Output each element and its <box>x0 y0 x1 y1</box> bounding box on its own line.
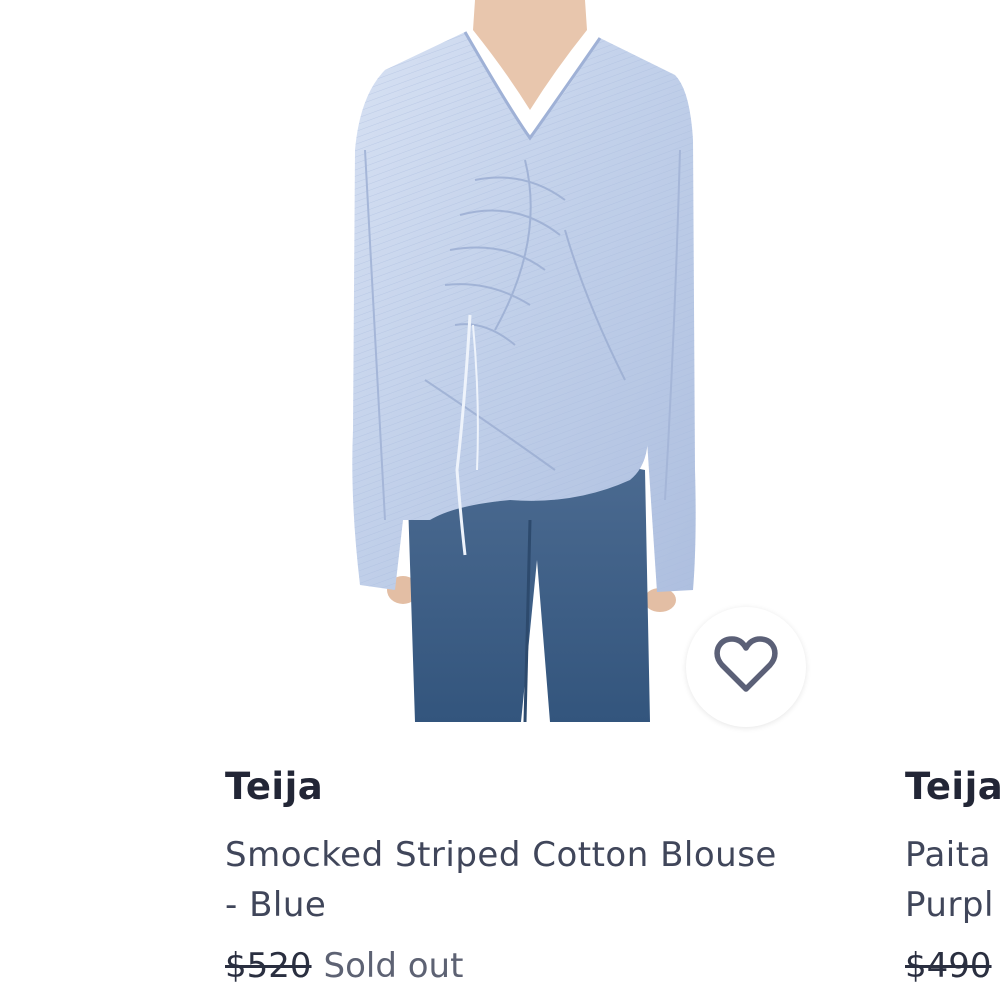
product-name-line-2: - Blue <box>225 885 327 925</box>
wishlist-button[interactable] <box>686 607 806 727</box>
product-name-line-2: Purpl <box>905 885 994 925</box>
product-brand[interactable]: Teija <box>225 762 845 812</box>
product-name-line-1: Paita <box>905 835 991 875</box>
product-grid: Teija Smocked Striped Cotton Blouse - Bl… <box>0 0 1000 1000</box>
product-brand[interactable]: Teija <box>905 762 1000 812</box>
product-name[interactable]: Smocked Striped Cotton Blouse - Blue <box>225 830 845 930</box>
heart-outline-icon <box>713 635 779 699</box>
original-price: $520 <box>225 946 312 986</box>
price-row: $490 <box>905 942 1000 990</box>
product-card-next[interactable]: Teija Paita Purpl $490 <box>905 762 1000 990</box>
availability-status: Sold out <box>323 946 464 986</box>
original-price: $490 <box>905 946 992 986</box>
price-row: $520 Sold out <box>225 942 845 990</box>
product-name[interactable]: Paita Purpl <box>905 830 1000 930</box>
product-card-main[interactable]: Teija Smocked Striped Cotton Blouse - Bl… <box>225 762 845 990</box>
product-name-line-1: Smocked Striped Cotton Blouse <box>225 835 777 875</box>
